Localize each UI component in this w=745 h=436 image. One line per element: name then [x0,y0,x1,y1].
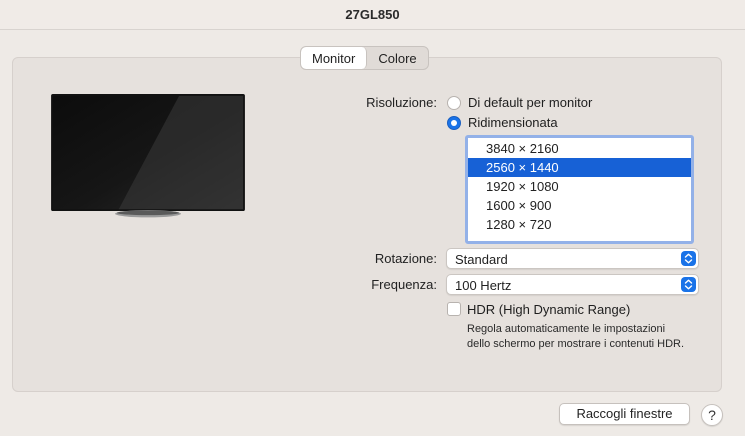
hdr-checkbox[interactable] [447,302,461,316]
radio-default-for-monitor[interactable]: Di default per monitor [447,95,592,110]
rotation-label: Rotazione: [374,251,437,266]
resolution-option-selected[interactable]: 2560 × 1440 [468,158,691,177]
up-down-chevron-icon [681,251,696,266]
up-down-chevron-icon [681,277,696,292]
resolution-option[interactable]: 1280 × 720 [468,215,691,234]
radio-button[interactable] [447,95,461,110]
tab-monitor[interactable]: Monitor [301,47,368,69]
monitor-image [51,94,245,218]
hdr-description-line: Regola automaticamente le impostazioni [467,323,666,335]
window-title: 27GL850 [345,7,400,22]
refresh-rate-select[interactable]: 100 Hertz [446,274,699,295]
radio-scaled[interactable]: Ridimensionata [447,115,558,130]
refresh-rate-value: 100 Hertz [455,278,512,293]
title-bar: 27GL850 [0,0,745,30]
rotation-value: Standard [455,252,508,267]
help-button[interactable]: ? [701,404,723,426]
tab-bar: Monitor Colore [300,46,429,70]
rotation-select[interactable]: Standard [446,248,699,269]
tab-colore[interactable]: Colore [367,47,427,69]
radio-label: Ridimensionata [468,115,558,130]
radio-label: Di default per monitor [468,95,593,110]
display-preferences-window: 27GL850 Monitor Colore Risoluzione: Di d… [0,0,745,436]
hdr-description-line: dello schermo per mostrare i contenuti H… [467,338,685,350]
refresh-rate-label: Frequenza: [371,277,437,292]
resolution-list[interactable]: 3840 × 2160 2560 × 1440 1920 × 1080 1600… [465,135,694,244]
resolution-option[interactable]: 3840 × 2160 [468,139,691,158]
radio-button-selected[interactable] [447,115,461,130]
gather-windows-button[interactable]: Raccogli finestre [559,403,690,425]
resolution-option[interactable]: 1920 × 1080 [468,177,691,196]
hdr-description: Regola automaticamente le impostazioni d… [467,322,684,352]
resolution-option[interactable]: 1600 × 900 [468,196,691,215]
resolution-label: Risoluzione: [366,95,437,110]
hdr-label: HDR (High Dynamic Range) [467,302,631,317]
